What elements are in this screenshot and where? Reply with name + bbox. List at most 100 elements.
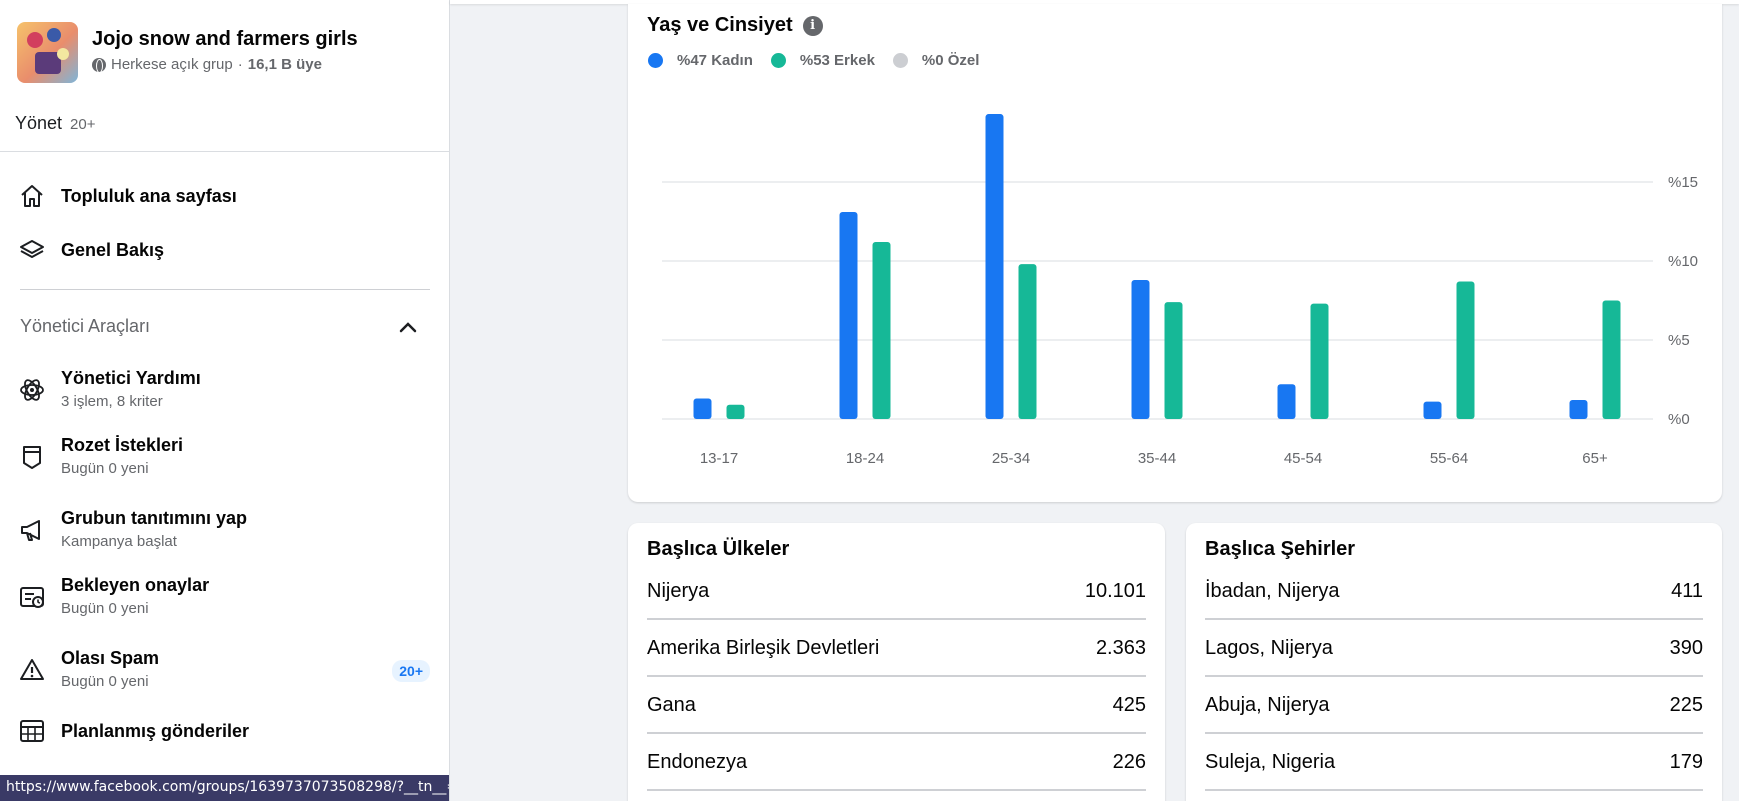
table-row: Amerika Birleşik Devletleri 2.363 xyxy=(647,620,1146,677)
globe-icon xyxy=(92,57,106,73)
country-value: 2.363 xyxy=(1095,636,1146,659)
group-meta: Herkese açık grup · 16,1 B üye xyxy=(92,56,358,73)
admin-tools-title: Yönetici Araçları xyxy=(20,316,151,336)
table-row: Nijerya 10.101 xyxy=(647,563,1146,620)
table-row: Abuja, Nijerya 225 xyxy=(1205,677,1703,734)
country-value: 10.101 xyxy=(1084,579,1146,602)
pending-approvals-icon xyxy=(18,583,46,611)
bar-female-25-34[interactable] xyxy=(985,114,1004,419)
bar-female-65+[interactable] xyxy=(1569,400,1588,419)
x-tick-label: 18-24 xyxy=(846,450,884,467)
tool-label: Rozet İstekleri xyxy=(61,435,184,455)
x-tick-label: 65+ xyxy=(1582,450,1608,467)
group-header[interactable]: Jojo snow and farmers girls Herkese açık… xyxy=(17,22,358,83)
spam-count-badge: 20+ xyxy=(392,660,430,682)
tool-label: Yönetici Yardımı xyxy=(61,368,201,388)
nav-label: Topluluk ana sayfası xyxy=(61,185,237,206)
table-row: Lagos, Nijerya 390 xyxy=(1205,620,1703,677)
x-tick-label: 45-54 xyxy=(1284,450,1322,467)
tool-promote-group[interactable]: Grubun tanıtımını yap Kampanya başlat xyxy=(18,506,430,550)
tool-sub: 3 işlem, 8 kriter xyxy=(61,393,163,410)
tool-sub: Bugün 0 yeni xyxy=(61,673,149,690)
tool-admin-assist[interactable]: Yönetici Yardımı 3 işlem, 8 kriter xyxy=(18,366,430,410)
megaphone-icon xyxy=(18,516,46,544)
table-row: İbadan, Nijerya 411 xyxy=(1205,563,1703,620)
group-avatar[interactable] xyxy=(17,22,78,83)
layers-icon xyxy=(18,236,46,264)
country-name: Amerika Birleşik Devletleri xyxy=(647,636,880,659)
city-value: 390 xyxy=(1669,636,1703,659)
top-countries-card: Başlıca Ülkeler Nijerya 10.101 Amerika B… xyxy=(628,523,1165,801)
x-tick-label: 13-17 xyxy=(700,450,738,467)
city-value: 225 xyxy=(1669,693,1703,716)
divider xyxy=(0,151,449,152)
city-name: Suleja, Nigeria xyxy=(1205,750,1336,773)
table-row: Endonezya 226 xyxy=(647,734,1146,791)
nav-item-overview[interactable]: Genel Bakış xyxy=(18,236,164,264)
manage-count: 20+ xyxy=(70,116,96,133)
bar-male-65+[interactable] xyxy=(1602,300,1621,420)
table-row: Gana 425 xyxy=(647,677,1146,734)
countries-title: Başlıca Ülkeler xyxy=(647,538,790,560)
bar-male-45-54[interactable] xyxy=(1310,303,1329,419)
bar-male-13-17[interactable] xyxy=(726,404,745,419)
age-gender-card: Yaş ve Cinsiyet i %47 Kadın %53 Erkek %0… xyxy=(628,4,1722,502)
tool-sub: Bugün 0 yeni xyxy=(61,460,149,477)
group-privacy: Herkese açık grup xyxy=(111,56,233,73)
tool-sub: Kampanya başlat xyxy=(61,533,177,550)
tool-label: Olası Spam xyxy=(61,648,160,668)
top-cities-card: Başlıca Şehirler İbadan, Nijerya 411 Lag… xyxy=(1186,523,1722,801)
bar-female-55-64[interactable] xyxy=(1423,401,1442,419)
y-tick-label: %10 xyxy=(1668,253,1698,270)
tool-label: Bekleyen onaylar xyxy=(61,575,210,595)
y-tick-label: %5 xyxy=(1668,332,1690,349)
tool-badge-requests[interactable]: Rozet İstekleri Bugün 0 yeni xyxy=(18,433,430,477)
manage-label: Yönet xyxy=(15,113,63,133)
country-name: Endonezya xyxy=(647,750,748,773)
home-icon xyxy=(18,182,46,210)
tool-label: Grubun tanıtımını yap xyxy=(61,508,248,528)
badge-shield-icon xyxy=(18,443,46,471)
x-tick-label: 55-64 xyxy=(1430,450,1468,467)
tool-possible-spam[interactable]: Olası Spam Bugün 0 yeni 20+ xyxy=(18,646,430,690)
city-name: İbadan, Nijerya xyxy=(1205,579,1340,602)
tool-label: Planlanmış gönderiler xyxy=(61,721,250,741)
group-name[interactable]: Jojo snow and farmers girls xyxy=(92,26,358,52)
x-tick-label: 35-44 xyxy=(1138,450,1176,467)
status-bar-url: https://www.facebook.com/groups/16397370… xyxy=(0,775,449,801)
country-value: 425 xyxy=(1112,693,1146,716)
tool-scheduled-posts[interactable]: Planlanmış gönderiler xyxy=(18,719,430,745)
city-name: Lagos, Nijerya xyxy=(1205,636,1333,659)
y-tick-label: %0 xyxy=(1668,411,1690,428)
nav-item-community-home[interactable]: Topluluk ana sayfası xyxy=(18,182,237,210)
bar-male-18-24[interactable] xyxy=(872,242,891,419)
age-gender-chart: %0 %5 %10 %15 13-17 18-24 25-34 35-44 45-54 55-64… xyxy=(662,114,1698,467)
chevron-up-icon[interactable] xyxy=(397,318,419,336)
table-row: Suleja, Nigeria 179 xyxy=(1205,734,1703,791)
city-value: 411 xyxy=(1671,579,1703,602)
nav-label: Genel Bakış xyxy=(61,239,165,260)
tool-sub: Bugün 0 yeni xyxy=(61,600,149,617)
y-tick-label: %15 xyxy=(1668,174,1698,191)
bar-female-45-54[interactable] xyxy=(1277,384,1296,419)
city-value: 179 xyxy=(1669,750,1703,773)
country-name: Gana xyxy=(647,693,696,716)
admin-assist-icon xyxy=(18,376,46,404)
calendar-grid-icon xyxy=(18,717,46,745)
meta-separator: · xyxy=(237,56,243,73)
bar-female-18-24[interactable] xyxy=(839,212,858,419)
manage-header: Yönet 20+ xyxy=(15,113,96,134)
cities-title: Başlıca Şehirler xyxy=(1205,538,1356,560)
bar-male-25-34[interactable] xyxy=(1018,264,1037,419)
country-value: 226 xyxy=(1112,750,1146,773)
city-name: Abuja, Nijerya xyxy=(1205,693,1330,716)
bar-male-35-44[interactable] xyxy=(1164,302,1183,419)
tool-pending-approvals[interactable]: Bekleyen onaylar Bugün 0 yeni xyxy=(18,573,430,617)
bar-male-55-64[interactable] xyxy=(1456,281,1475,419)
group-members[interactable]: 16,1 B üye xyxy=(248,56,322,73)
sidebar: Jojo snow and farmers girls Herkese açık… xyxy=(0,0,450,801)
country-name: Nijerya xyxy=(647,579,710,602)
bar-female-13-17[interactable] xyxy=(693,398,712,419)
bar-female-35-44[interactable] xyxy=(1131,279,1150,419)
warning-icon xyxy=(18,656,46,684)
